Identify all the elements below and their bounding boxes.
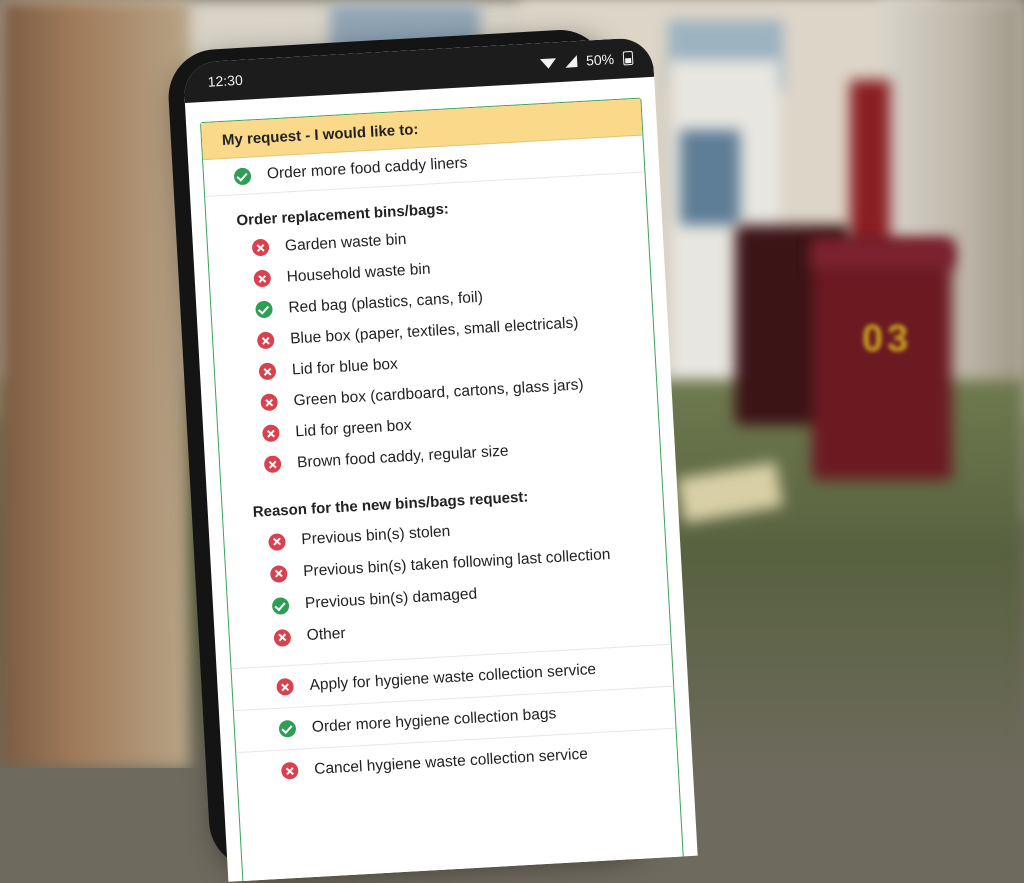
bin-lid [812,240,954,268]
cross-icon [268,532,286,551]
item-label: Lid for blue box [291,355,399,378]
status-time: 12:30 [207,71,244,90]
item-label: Previous bin(s) stolen [300,522,451,549]
check-icon [271,596,290,615]
check-icon [233,166,252,185]
cross-icon [280,761,299,780]
option-label: Cancel hygiene waste collection service [313,745,589,778]
cross-icon [256,331,275,350]
wifi-icon [539,58,557,70]
cross-icon [258,362,277,381]
item-label: Red bag (plastics, cans, foil) [287,288,484,317]
item-label: Other [306,624,346,645]
check-icon [255,300,273,319]
door-window [680,130,740,225]
cross-icon [260,393,279,412]
cross-icon [253,269,272,288]
option-label: Order more hygiene collection bags [311,704,557,736]
phone-screen: 12:30 50% My request - I would like to: … [182,36,698,882]
item-label: Household waste bin [286,260,431,286]
check-icon [278,719,297,738]
item-label: Lid for green box [294,416,412,440]
bin-number: 03 [862,318,913,360]
status-icons: 50% [539,50,634,71]
cross-icon [273,628,292,647]
cross-icon [269,564,288,583]
left-fence [0,0,190,768]
cross-icon [251,238,270,257]
signal-icon [564,55,578,68]
request-form: My request - I would like to: Order more… [199,97,687,882]
battery-icon [622,50,634,66]
status-bar: 12:30 50% [182,36,655,104]
cross-icon [276,677,295,696]
item-label: Previous bin(s) damaged [304,585,478,613]
option-label: Apply for hygiene waste collection servi… [309,660,597,694]
option-label: Order more food caddy liners [266,154,468,183]
cross-icon [261,424,280,443]
item-label: Garden waste bin [284,230,407,255]
battery-level: 50% [585,51,615,69]
cross-icon [263,455,282,474]
phone: 12:30 50% My request - I would like to: … [166,27,698,882]
